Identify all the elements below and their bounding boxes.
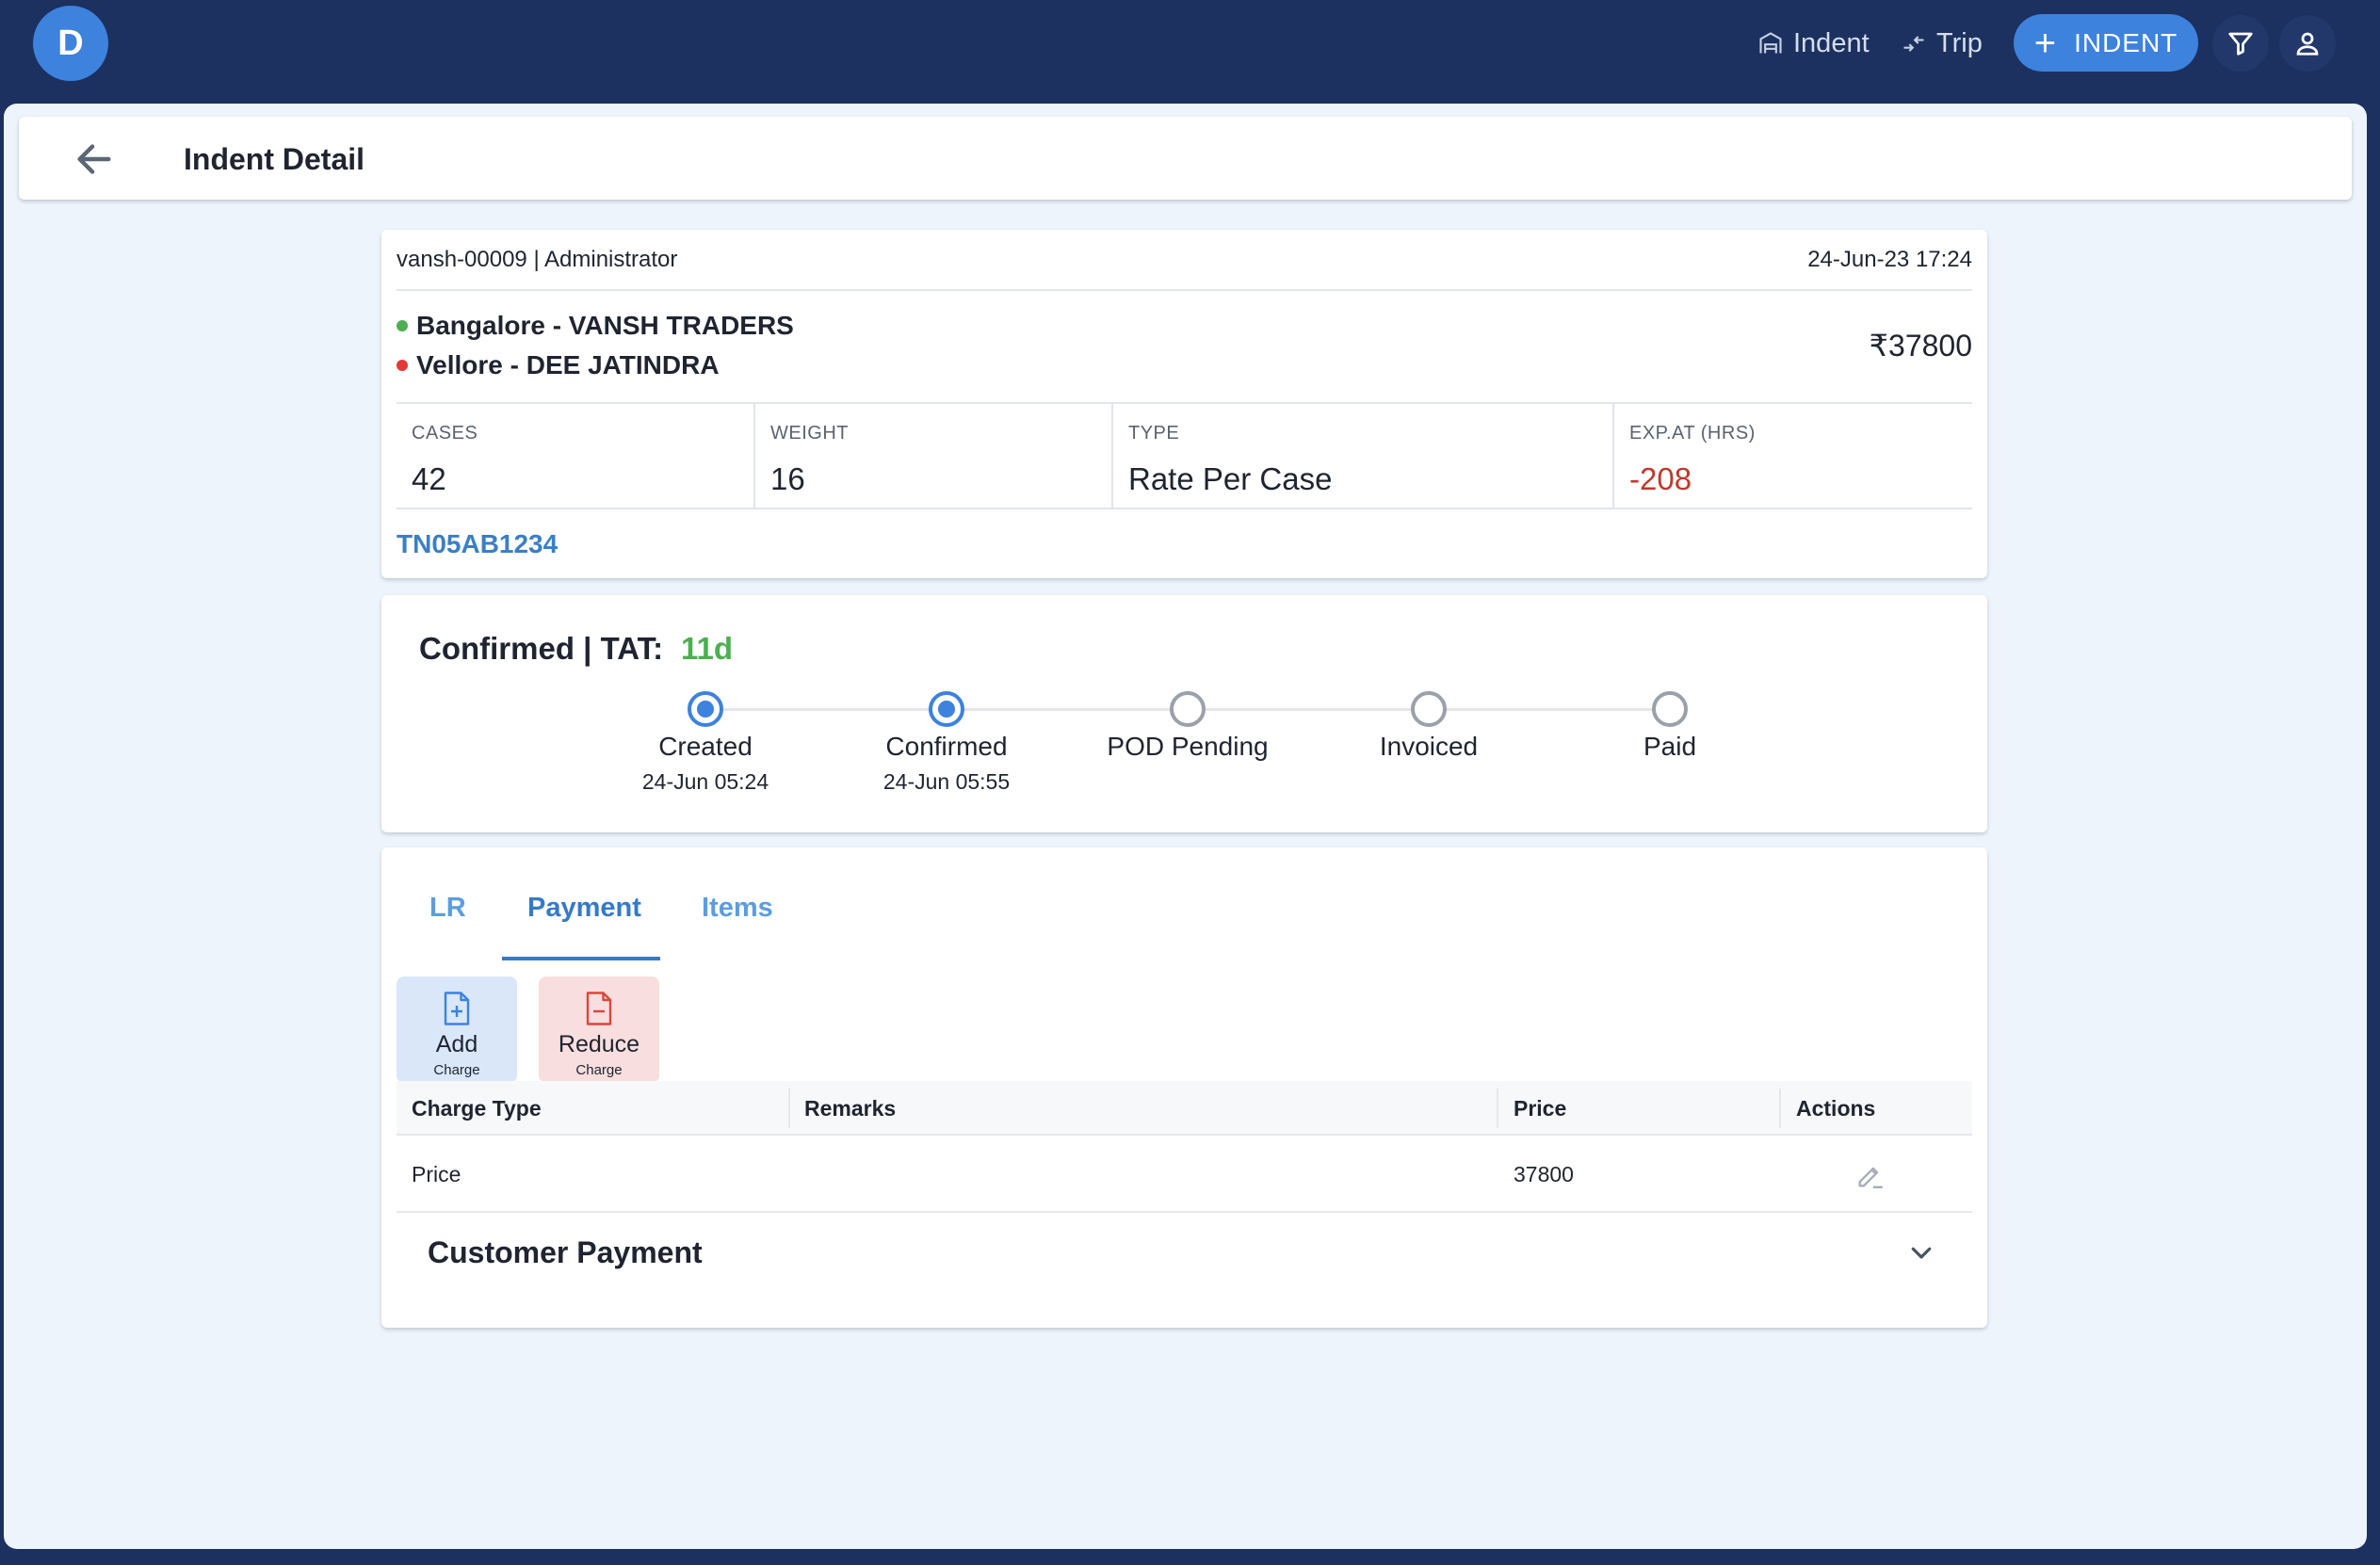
arrow-left-icon <box>77 144 111 174</box>
route-to: Vellore - DEE JATINDRA <box>397 350 720 380</box>
stat-label: WEIGHT <box>770 423 849 444</box>
nav-trip-link[interactable]: Trip <box>1901 23 1983 64</box>
indent-summary-card: vansh-00009 | Administrator 24-Jun-23 17… <box>381 230 1987 578</box>
step-pending-icon <box>1170 691 1206 727</box>
stat-value: -208 <box>1629 461 1692 496</box>
step-label: Invoiced <box>1379 732 1479 761</box>
origin-dot-icon <box>397 320 408 331</box>
step-label: Paid <box>1643 732 1697 761</box>
indent-price: ₹37800 <box>1869 329 1972 363</box>
tab-payment[interactable]: Payment <box>527 893 641 924</box>
route-to-label: Vellore - DEE JATINDRA <box>416 350 720 379</box>
table-row: Price 37800 <box>397 1136 1972 1213</box>
add-charge-label: Add <box>435 1031 478 1057</box>
column-separator <box>1497 1089 1498 1128</box>
edit-charge-button[interactable] <box>1852 1156 1889 1194</box>
tat-value: 11d <box>681 631 734 666</box>
page-title: Indent Detail <box>184 142 365 176</box>
step-done-icon <box>929 691 964 727</box>
stat-label: TYPE <box>1128 423 1180 444</box>
destination-dot-icon <box>397 360 408 371</box>
indent-stats: CASES 42 WEIGHT 16 TYPE Rate Per Case EX… <box>397 402 1972 509</box>
step-date: 24-Jun 05:24 <box>641 769 769 794</box>
stat-label: EXP.AT (HRS) <box>1629 423 1756 444</box>
stat-type: TYPE Rate Per Case <box>1113 404 1614 508</box>
new-indent-label: INDENT <box>2074 27 2178 57</box>
step-label: Confirmed <box>885 732 1008 761</box>
column-header: Actions <box>1796 1096 1876 1121</box>
nav-trip-label: Trip <box>1936 27 1983 58</box>
step-date: 24-Jun 05:55 <box>882 769 1011 794</box>
stat-label: CASES <box>412 423 478 444</box>
user-profile-button[interactable] <box>2279 15 2336 72</box>
route-from: Bangalore - VANSH TRADERS <box>397 311 794 341</box>
stat-cases: CASES 42 <box>397 404 755 508</box>
tab-lr[interactable]: LR <box>429 893 466 924</box>
warehouse-icon <box>1759 32 1782 54</box>
filter-button[interactable] <box>2212 15 2269 72</box>
stat-weight: WEIGHT 16 <box>755 404 1113 508</box>
indent-datetime: 24-Jun-23 17:24 <box>1807 247 1972 272</box>
column-header: Remarks <box>804 1096 897 1121</box>
top-bar: D Indent Trip + INDENT <box>0 0 2380 104</box>
stat-value: 16 <box>770 461 805 496</box>
chevron-down-icon <box>1911 1247 1932 1259</box>
stat-value: 42 <box>412 461 446 496</box>
status-card: Confirmed | TAT: 11d Created 24-Jun 05:2… <box>381 595 1987 832</box>
add-charge-sub: Charge <box>433 1062 480 1078</box>
charges-table: Charge Type Remarks Price Actions Price … <box>397 1081 1972 1213</box>
indent-user: vansh-00009 | Administrator <box>397 247 678 272</box>
file-add-icon <box>444 992 470 1025</box>
step-pending-icon <box>1411 691 1447 727</box>
tab-items[interactable]: Items <box>702 893 773 924</box>
user-icon <box>2296 32 2319 56</box>
edit-pencil-icon <box>1858 1167 1883 1188</box>
payment-card: LR Payment Items Add Charge Reduce Charg… <box>381 847 1987 1328</box>
reduce-charge-button[interactable]: Reduce Charge <box>539 976 659 1083</box>
nav-indent-label: Indent <box>1793 27 1870 58</box>
route-from-label: Bangalore - VANSH TRADERS <box>416 311 794 340</box>
step-paid: Paid <box>1557 691 1783 762</box>
cell-price: 37800 <box>1514 1162 1574 1186</box>
step-confirmed: Confirmed 24-Jun 05:55 <box>834 691 1060 795</box>
step-pending-icon <box>1652 691 1688 727</box>
step-done-icon <box>688 691 723 727</box>
customer-payment-title[interactable]: Customer Payment <box>428 1235 703 1270</box>
nav-indent-link[interactable]: Indent <box>1757 23 1870 64</box>
stat-exp-at: EXP.AT (HRS) -208 <box>1614 404 1972 508</box>
back-button[interactable] <box>71 136 118 183</box>
filter-icon <box>2228 32 2253 56</box>
divider <box>397 289 1972 291</box>
customer-payment-expand[interactable] <box>1902 1234 1940 1271</box>
status-title: Confirmed | TAT: <box>419 631 664 666</box>
reduce-charge-sub: Charge <box>575 1062 623 1078</box>
main-panel: Indent Detail vansh-00009 | Administrato… <box>4 104 2367 1549</box>
vehicle-number-link[interactable]: TN05AB1234 <box>397 529 558 559</box>
column-header: Price <box>1514 1096 1567 1121</box>
active-tab-indicator <box>502 957 660 960</box>
page-header: Indent Detail <box>19 117 2352 200</box>
add-charge-button[interactable]: Add Charge <box>397 976 517 1083</box>
step-invoiced: Invoiced <box>1316 691 1542 762</box>
column-header: Charge Type <box>412 1096 542 1121</box>
column-separator <box>788 1089 790 1128</box>
route-icon <box>1903 36 1924 52</box>
step-pod-pending: POD Pending <box>1075 691 1301 762</box>
column-separator <box>1779 1089 1781 1128</box>
step-created: Created 24-Jun 05:24 <box>592 691 818 795</box>
file-minus-icon <box>586 992 612 1025</box>
reduce-charge-label: Reduce <box>558 1031 640 1057</box>
stat-value: Rate Per Case <box>1128 461 1333 496</box>
step-label: Created <box>658 732 753 761</box>
step-label: POD Pending <box>1107 732 1269 761</box>
app-avatar[interactable]: D <box>33 6 108 81</box>
plus-icon: + <box>2033 22 2058 64</box>
cell-charge-type: Price <box>412 1162 461 1186</box>
new-indent-button[interactable]: + INDENT <box>2014 14 2198 72</box>
table-header: Charge Type Remarks Price Actions <box>397 1081 1972 1136</box>
